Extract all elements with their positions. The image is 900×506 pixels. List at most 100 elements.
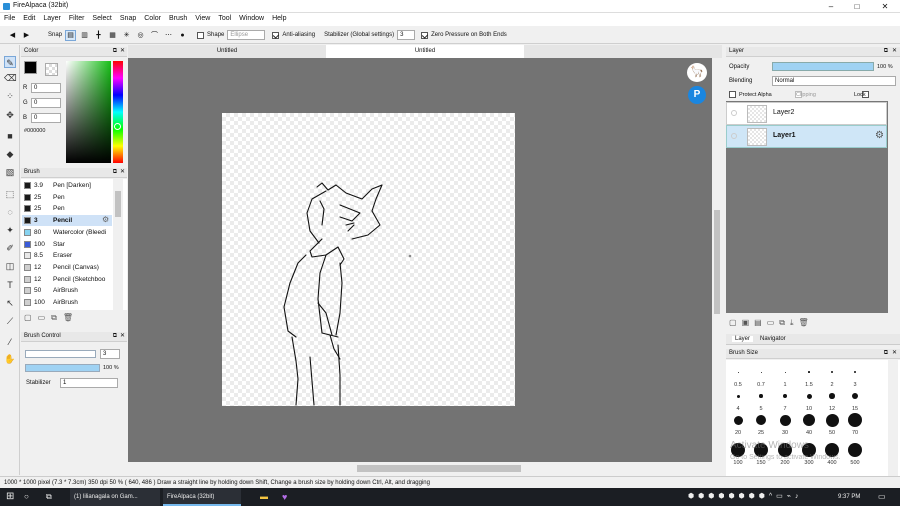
- brush-list-item[interactable]: 100 Star: [22, 239, 112, 250]
- hue-slider[interactable]: [113, 61, 123, 163]
- select-pen-icon[interactable]: ✐: [4, 242, 16, 254]
- snap-off-icon[interactable]: ▤: [65, 29, 77, 41]
- brush-list-item[interactable]: 12 Pencil (Sketchboo: [22, 274, 112, 285]
- magic-wand-icon[interactable]: ✦: [4, 224, 16, 236]
- stabilizer-select[interactable]: 3: [397, 30, 416, 40]
- snap-radial-icon[interactable]: ✳: [121, 30, 132, 41]
- divide-tool-icon[interactable]: ⟋: [4, 315, 16, 327]
- select-eraser-icon[interactable]: ◫: [4, 260, 16, 272]
- menu-select[interactable]: Select: [88, 13, 115, 24]
- brush-size-dot[interactable]: [736, 394, 740, 398]
- brush-tool-icon[interactable]: ✎: [4, 56, 16, 68]
- brush-size-dot[interactable]: [759, 394, 763, 398]
- brush-list-item[interactable]: 12 Pencil (Canvas): [22, 262, 112, 273]
- brush-size-input[interactable]: 3: [100, 349, 120, 359]
- new-layer-icon[interactable]: ▢: [729, 318, 742, 327]
- brush-list-item[interactable]: 100 AirBrush: [22, 297, 112, 308]
- menu-window[interactable]: Window: [235, 13, 268, 24]
- next-icon[interactable]: ▶: [21, 30, 32, 41]
- brush-size-dot[interactable]: [783, 394, 787, 398]
- brush-list-item[interactable]: 3.9 Pen [Darken]: [22, 180, 112, 191]
- brush-size-dot[interactable]: [756, 415, 766, 425]
- brush-size-dot[interactable]: [829, 393, 835, 399]
- move-tool-icon[interactable]: ✥: [4, 109, 16, 121]
- delete-brush-icon[interactable]: 🗑: [63, 313, 79, 322]
- brush-size-dot[interactable]: [784, 371, 786, 373]
- menu-color[interactable]: Color: [140, 13, 165, 24]
- panel-float-icon[interactable]: ⧉: [113, 332, 117, 341]
- brush-size-dot[interactable]: [803, 414, 815, 426]
- brush-size-dot[interactable]: [737, 371, 739, 373]
- text-tool-icon[interactable]: T: [4, 279, 16, 291]
- shape-select[interactable]: Ellipse: [227, 30, 266, 40]
- brush-size-dot[interactable]: [851, 392, 859, 400]
- brush-size-dot[interactable]: [760, 371, 762, 373]
- select-tool-icon[interactable]: ⬚: [4, 188, 16, 200]
- brush-stabilizer-select[interactable]: 1: [60, 378, 118, 388]
- panel-close-icon[interactable]: ✕: [120, 332, 125, 341]
- hand-tool-icon[interactable]: ✋: [4, 353, 16, 365]
- menu-help[interactable]: Help: [268, 13, 290, 24]
- tab-untitled-2[interactable]: Untitled: [326, 45, 524, 58]
- brush-size-dot[interactable]: [779, 414, 791, 426]
- panel-float-icon[interactable]: ⧉: [884, 47, 888, 56]
- search-icon[interactable]: ○: [24, 488, 29, 506]
- layer-folder-icon[interactable]: ▭: [767, 318, 780, 327]
- brush-list-item[interactable]: 25 Pen: [22, 203, 112, 214]
- eraser-tool-icon[interactable]: ⌫: [4, 72, 17, 84]
- brush-list-item[interactable]: 50 AirBrush: [22, 285, 112, 296]
- shape-checkbox[interactable]: [197, 31, 205, 39]
- maximize-button[interactable]: □: [844, 1, 870, 12]
- brush-size-dot[interactable]: [831, 371, 833, 373]
- task-view-icon[interactable]: ⧉: [46, 488, 52, 506]
- panel-close-icon[interactable]: ✕: [120, 47, 125, 56]
- panel-close-icon[interactable]: ✕: [892, 47, 897, 56]
- snap-parallel-icon[interactable]: ▥: [79, 30, 90, 41]
- r-input[interactable]: 0: [31, 83, 61, 93]
- gradient-tool-icon[interactable]: ▧: [4, 166, 16, 178]
- layer-opacity-slider[interactable]: [772, 62, 874, 71]
- snap-grid-icon[interactable]: ▦: [107, 30, 118, 41]
- antialias-checkbox[interactable]: [272, 31, 280, 39]
- menu-layer[interactable]: Layer: [39, 13, 65, 24]
- canvas-horizontal-scroll-thumb[interactable]: [357, 465, 521, 472]
- prev-icon[interactable]: ◀: [7, 30, 18, 41]
- brush-list-item[interactable]: 3 Pencil: [22, 215, 112, 227]
- drawing-canvas[interactable]: [222, 113, 515, 406]
- background-color-swatch[interactable]: [45, 63, 58, 76]
- folder-icon[interactable]: ▭: [38, 313, 52, 322]
- fill-rect-tool-icon[interactable]: ■: [4, 130, 16, 142]
- snap-cross-icon[interactable]: ╋: [93, 30, 104, 41]
- brush-list-scroll-thumb[interactable]: [115, 191, 121, 217]
- brush-settings-gear-icon[interactable]: ⚙: [102, 215, 109, 224]
- saturation-value-picker[interactable]: [66, 61, 111, 163]
- merge-down-icon[interactable]: ⤓: [790, 318, 799, 327]
- twitch-heart-icon[interactable]: ♥: [282, 488, 287, 506]
- visibility-icon[interactable]: [731, 133, 737, 139]
- zero-pressure-checkbox[interactable]: [421, 31, 429, 39]
- taskbar-app-chrome[interactable]: (1) lilianagala on Gam...: [70, 488, 160, 506]
- system-tray-icons[interactable]: ⬢⬢⬢⬢⬢⬢⬢⬢^▭⌁♪: [688, 488, 803, 506]
- dot-tool-icon[interactable]: ⁘: [4, 90, 16, 102]
- g-input[interactable]: 0: [31, 98, 61, 108]
- menu-brush[interactable]: Brush: [165, 13, 191, 24]
- snap-curve-icon[interactable]: ⌒: [149, 30, 160, 41]
- brush-size-slider[interactable]: [25, 350, 96, 358]
- blending-select[interactable]: Normal: [772, 76, 896, 86]
- brush-opacity-slider[interactable]: [25, 364, 100, 372]
- tab-untitled-1[interactable]: Untitled: [128, 45, 326, 58]
- new-1bit-layer-icon[interactable]: ▤: [754, 318, 767, 327]
- brush-list-item[interactable]: 80 Watercolor (Bleedi: [22, 227, 112, 238]
- lasso-tool-icon[interactable]: ◌: [4, 206, 16, 218]
- snap-circle-icon[interactable]: ◎: [135, 30, 146, 41]
- new-8bit-layer-icon[interactable]: ▣: [742, 318, 755, 327]
- menu-snap[interactable]: Snap: [116, 13, 140, 24]
- menu-view[interactable]: View: [191, 13, 214, 24]
- eyedropper-icon[interactable]: ⁄: [4, 336, 16, 348]
- brush-list-item[interactable]: 8.5 Eraser: [22, 250, 112, 261]
- snap-3d-icon[interactable]: ⋯: [163, 30, 174, 41]
- tab-navigator[interactable]: Navigator: [760, 336, 786, 342]
- b-input[interactable]: 0: [31, 113, 61, 123]
- layer-settings-gear-icon[interactable]: ⚙: [875, 130, 884, 141]
- duplicate-brush-icon[interactable]: ⧉: [51, 313, 63, 322]
